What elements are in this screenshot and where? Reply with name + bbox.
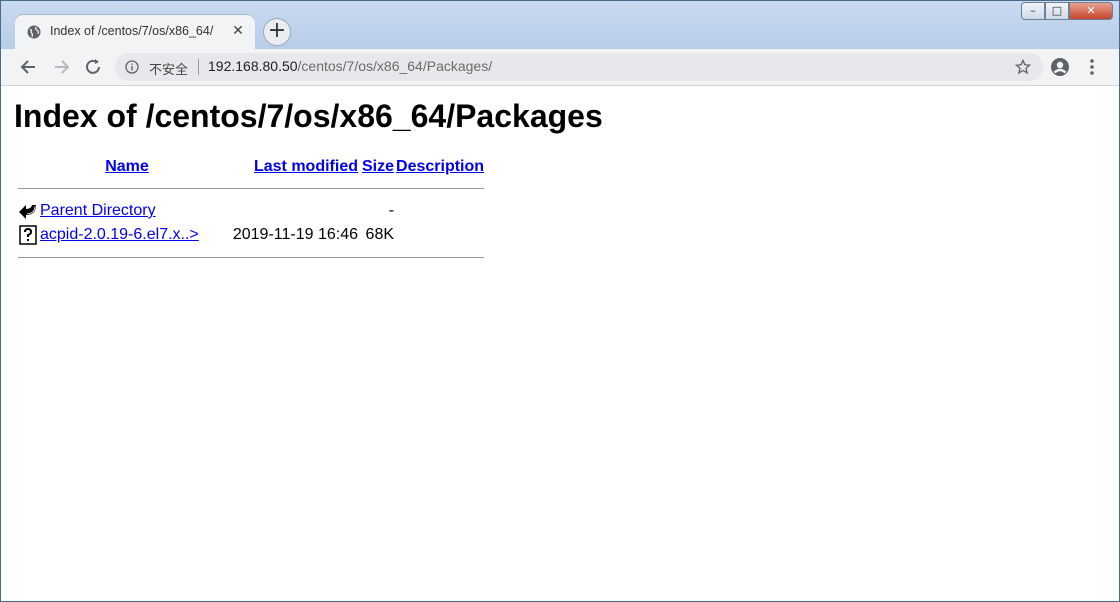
sort-by-size-link[interactable]: Size [362, 158, 394, 175]
omnibox-divider [198, 59, 199, 75]
size-cell: 68K [365, 226, 395, 243]
profile-avatar-icon[interactable] [1050, 57, 1070, 77]
forward-arrow-icon[interactable] [51, 57, 71, 77]
tab-title: Index of /centos/7/os/x86_64/ [50, 24, 214, 38]
footer-divider-row [17, 247, 485, 268]
modified-cell [215, 199, 359, 223]
security-status: 不安全 [149, 63, 189, 78]
icon-column-header [17, 156, 39, 178]
back-arrow-icon[interactable] [19, 57, 39, 77]
table-row: acpid-2.0.19-6.el7.x..> 2019-11-19 16:46… [17, 223, 485, 247]
description-cell [395, 223, 485, 247]
url-text[interactable]: 192.168.80.50/centos/7/os/x86_64/Package… [208, 58, 492, 74]
header-divider-row [17, 178, 485, 199]
back-icon [19, 205, 36, 219]
more-menu-icon[interactable] [1085, 57, 1099, 77]
active-tab[interactable]: Index of /centos/7/os/x86_64/ ✕ [15, 15, 255, 49]
divider [18, 257, 484, 258]
url-path: /centos/7/os/x86_64/Packages/ [297, 58, 493, 74]
sort-by-modified-link[interactable]: Last modified [254, 158, 358, 175]
description-cell [395, 199, 485, 223]
browser-toolbar: 不安全 192.168.80.50/centos/7/os/x86_64/Pac… [1, 49, 1119, 86]
tab-close-icon[interactable]: ✕ [231, 24, 245, 38]
description-column-header: Description [395, 156, 485, 178]
unknown-file-icon [19, 225, 37, 245]
browser-window: Index of /centos/7/os/x86_64/ ✕ + – □ ✕ [0, 0, 1120, 602]
modified-column-header: Last modified [215, 156, 359, 178]
size-cell: - [388, 202, 395, 219]
address-bar[interactable]: 不安全 192.168.80.50/centos/7/os/x86_64/Pac… [115, 53, 1043, 81]
minimize-button[interactable]: – [1021, 2, 1045, 20]
close-window-button[interactable]: ✕ [1069, 2, 1113, 20]
maximize-button[interactable]: □ [1045, 2, 1069, 20]
name-column-header: Name [39, 156, 215, 178]
size-column-header: Size [359, 156, 395, 178]
tab-strip: Index of /centos/7/os/x86_64/ ✕ + – □ ✕ [1, 1, 1119, 49]
divider [18, 188, 484, 189]
info-icon[interactable] [125, 60, 139, 74]
file-link[interactable]: acpid-2.0.19-6.el7.x..> [40, 226, 199, 243]
reload-icon[interactable] [83, 57, 103, 77]
sort-by-description-link[interactable]: Description [396, 158, 484, 175]
table-header-row: Name Last modified Size Description [17, 156, 485, 178]
page-title: Index of /centos/7/os/x86_64/Packages [14, 98, 603, 134]
table-row: Parent Directory - [17, 199, 485, 223]
window-controls: – □ ✕ [1021, 2, 1113, 22]
url-host: 192.168.80.50 [208, 58, 298, 74]
bookmark-star-icon[interactable] [1015, 59, 1031, 75]
sort-by-name-link[interactable]: Name [105, 158, 149, 175]
globe-icon [27, 25, 41, 39]
parent-directory-link[interactable]: Parent Directory [40, 202, 156, 219]
new-tab-button[interactable]: + [263, 18, 291, 46]
modified-cell: 2019-11-19 16:46 [232, 226, 358, 243]
page-content: Index of /centos/7/os/x86_64/Packages Na… [1, 86, 1119, 601]
file-listing-table: Name Last modified Size Description Pare… [17, 156, 485, 268]
